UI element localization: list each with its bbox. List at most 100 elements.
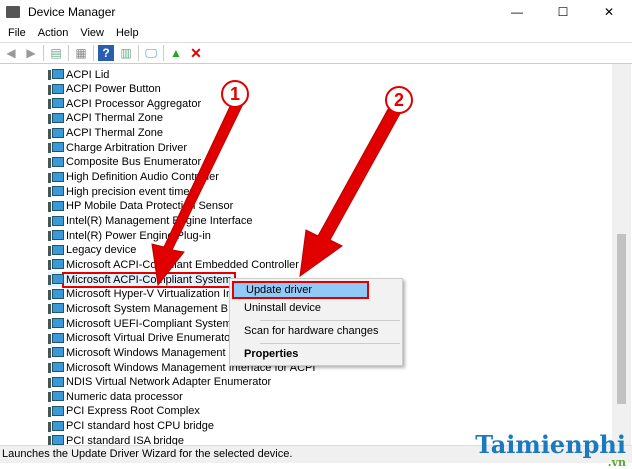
device-manager-icon [6, 6, 20, 18]
device-icon [48, 288, 64, 300]
show-hide-console-tree-icon[interactable]: ▤ [48, 45, 64, 61]
menu-item-update-driver[interactable]: Update driver [232, 281, 369, 299]
toolbar: ◀ ▶ ▤ ▦ ? ▥ 🖵 ▲ ✕ [0, 42, 632, 64]
device-item[interactable]: ACPI Power Button [48, 82, 161, 97]
device-item[interactable]: Legacy device [48, 243, 136, 258]
menu-item-uninstall-device[interactable]: Uninstall device [232, 299, 400, 317]
uninstall-icon[interactable]: ✕ [188, 45, 204, 61]
device-label: ACPI Thermal Zone [66, 112, 164, 125]
separator [93, 45, 94, 61]
minimize-button[interactable]: — [494, 0, 540, 24]
help-icon[interactable]: ? [98, 45, 114, 61]
device-label: ACPI Processor Aggregator [66, 97, 202, 110]
device-item[interactable]: NDIS Virtual Network Adapter Enumerator [48, 375, 271, 390]
action-pane-icon[interactable]: ▥ [118, 45, 134, 61]
properties-icon[interactable]: ▦ [73, 45, 89, 61]
device-item[interactable]: PCI Express Root Complex [48, 404, 200, 419]
menu-help[interactable]: Help [110, 24, 145, 42]
title-bar: Device Manager — ☐ ✕ [0, 0, 632, 24]
device-item[interactable]: ACPI Thermal Zone [48, 126, 163, 141]
device-label: ACPI Lid [66, 68, 110, 81]
device-icon [48, 244, 64, 256]
device-label: Intel(R) Management Engine Interface [66, 215, 253, 227]
device-icon [48, 332, 64, 344]
device-icon [48, 230, 64, 242]
device-icon [48, 142, 64, 154]
vertical-scrollbar[interactable] [612, 64, 631, 445]
device-item[interactable]: Microsoft ACPI-Compliant Embedded Contro… [48, 257, 299, 272]
device-icon [48, 186, 64, 198]
device-icon [48, 259, 64, 271]
device-label: Numeric data processor [66, 390, 183, 403]
device-item[interactable]: HP Mobile Data Protection Sensor [48, 199, 233, 214]
menu-item-scan-hardware[interactable]: Scan for hardware changes [232, 322, 400, 340]
device-item[interactable]: ACPI Thermal Zone [48, 111, 163, 126]
device-label: Composite Bus Enumerator [66, 156, 202, 169]
device-item[interactable]: Numeric data processor [48, 389, 183, 404]
menu-action[interactable]: Action [32, 24, 75, 42]
separator [138, 45, 139, 61]
device-tree: ACPI Lid ACPI Power Button ACPI Processor … [0, 67, 612, 445]
device-label: PCI standard ISA bridge [66, 434, 185, 445]
menu-item-properties[interactable]: Properties [232, 345, 400, 363]
device-item[interactable]: Composite Bus Enumerator [48, 155, 201, 170]
separator [43, 45, 44, 61]
menu-separator [260, 343, 400, 344]
device-item[interactable]: Microsoft UEFI-Compliant System [48, 316, 232, 331]
device-item[interactable]: Microsoft ACPI-Compliant System [48, 271, 236, 288]
menu-file[interactable]: File [2, 24, 32, 42]
device-label: HP Mobile Data Protection Sensor [66, 200, 234, 213]
scrollbar-thumb[interactable] [617, 234, 626, 404]
back-icon[interactable]: ◀ [3, 45, 19, 61]
update-driver-icon[interactable]: ▲ [168, 45, 184, 61]
maximize-button[interactable]: ☐ [540, 0, 586, 24]
device-item[interactable]: PCI standard host CPU bridge [48, 419, 214, 434]
watermark-logo: Taimienphi .vn [475, 430, 626, 469]
device-icon [48, 376, 64, 388]
device-icon [48, 391, 64, 403]
device-item[interactable]: Intel(R) Management Engine Interface [48, 214, 253, 229]
device-item[interactable]: ACPI Processor Aggregator [48, 96, 201, 111]
device-label: Charge Arbitration Driver [66, 141, 188, 154]
menu-separator [260, 320, 400, 321]
device-item[interactable]: ACPI Lid [48, 67, 109, 82]
scan-hardware-icon[interactable]: 🖵 [143, 45, 159, 61]
forward-icon[interactable]: ▶ [23, 45, 39, 61]
device-item[interactable]: Intel(R) Power Engine Plug-in [48, 228, 211, 243]
device-icon [48, 274, 64, 286]
device-label: PCI standard host CPU bridge [66, 420, 214, 433]
device-label: ACPI Thermal Zone [66, 127, 164, 140]
device-icon [48, 318, 64, 330]
device-label: High precision event timer [66, 185, 194, 198]
device-label: ACPI Power Button [66, 83, 161, 96]
context-menu: Update driver Uninstall device Scan for … [229, 278, 403, 366]
watermark-name: Taimienphi [475, 430, 626, 459]
device-label: Microsoft ACPI-Compliant Embedded Contro… [66, 258, 299, 271]
device-item[interactable]: High Definition Audio Controller [48, 170, 219, 185]
device-label: Intel(R) Power Engine Plug-in [66, 229, 211, 242]
separator [163, 45, 164, 61]
device-label: Legacy device [66, 244, 137, 257]
separator [68, 45, 69, 61]
device-icon [48, 156, 64, 168]
step-badge-1: 1 [221, 80, 249, 108]
device-item[interactable]: High precision event timer [48, 184, 193, 199]
device-item[interactable]: Charge Arbitration Driver [48, 140, 187, 155]
step-badge-2: 2 [385, 86, 413, 114]
device-icon [48, 215, 64, 227]
device-label: Microsoft Virtual Drive Enumerator [66, 332, 234, 345]
device-icon [48, 435, 64, 445]
device-icon [48, 362, 64, 373]
device-icon [48, 112, 64, 124]
device-icon [48, 98, 64, 110]
window-title: Device Manager [28, 5, 116, 19]
device-label: Microsoft UEFI-Compliant System [66, 317, 232, 330]
device-label: High Definition Audio Controller [66, 171, 219, 184]
device-item[interactable]: PCI standard ISA bridge [48, 433, 184, 445]
menu-view[interactable]: View [74, 24, 110, 42]
device-icon [48, 303, 64, 315]
device-icon [48, 69, 64, 80]
close-button[interactable]: ✕ [586, 0, 632, 24]
device-icon [48, 200, 64, 212]
device-item[interactable]: Microsoft Virtual Drive Enumerator [48, 331, 234, 346]
